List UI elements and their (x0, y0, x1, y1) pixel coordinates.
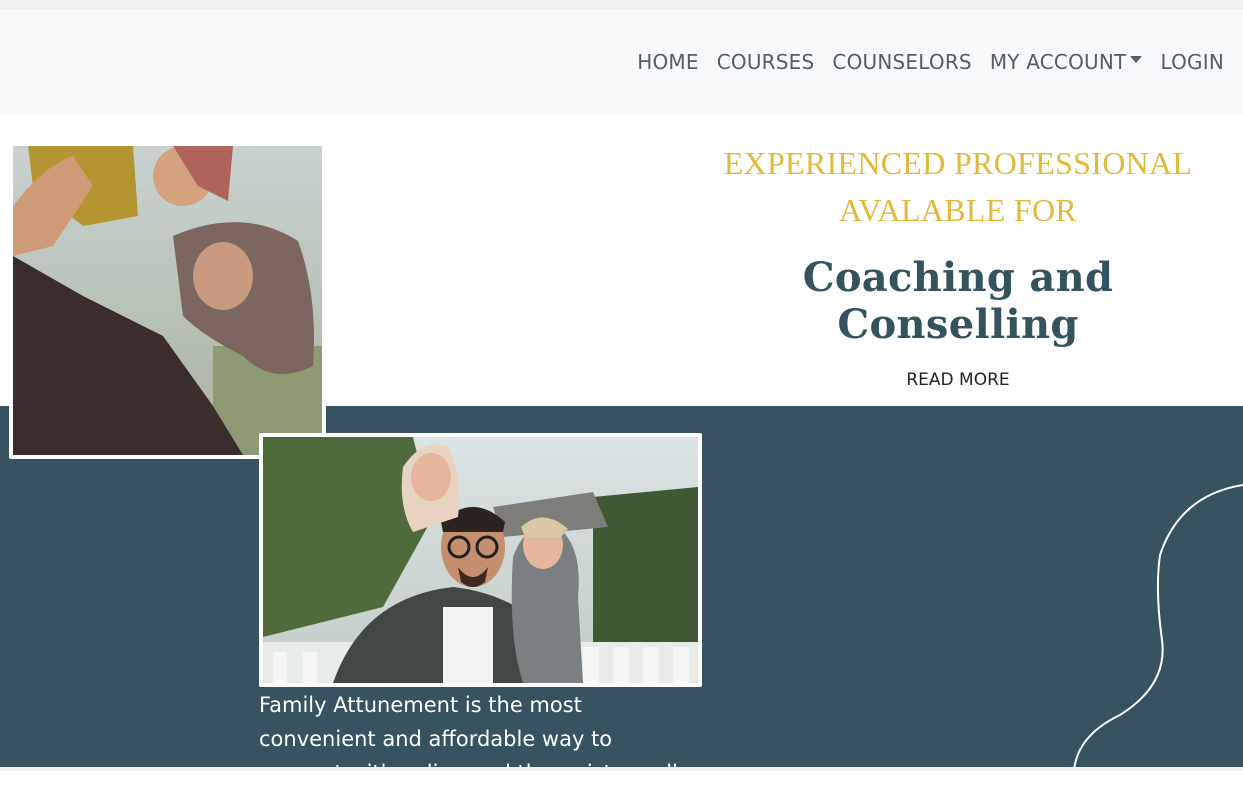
father-children-photo (259, 433, 702, 687)
intro-paragraph: Family Attunement is the most convenient… (259, 688, 679, 790)
nav-counselors[interactable]: COUNSELORS (823, 50, 980, 74)
father-children-image (263, 437, 698, 683)
intro-line2: convenient and affordable way to (259, 727, 613, 751)
mother-child-image (13, 146, 322, 455)
chevron-down-icon (1130, 56, 1143, 63)
intro-line1: Family Attunement is the most (259, 693, 582, 717)
hero-tagline: EXPERIENCED PROFESSIONAL AVALABLE FOR (680, 140, 1236, 234)
hero-headline: Coaching and Conselling (802, 254, 1114, 348)
mother-child-photo (9, 142, 326, 459)
nav-login[interactable]: LOGIN (1151, 50, 1233, 74)
read-more-link[interactable]: READ MORE (906, 370, 1009, 390)
navbar: HOME COURSES COUNSELORS MY ACCOUNT LOGIN (0, 9, 1243, 114)
hero-tagline-line2: AVALABLE FOR (838, 192, 1078, 228)
intro-line3: connect with online and therapists, well (259, 761, 678, 785)
nav-courses[interactable]: COURSES (708, 50, 824, 74)
hero-text-block: EXPERIENCED PROFESSIONAL AVALABLE FOR Co… (680, 140, 1236, 390)
nav-menu: HOME COURSES COUNSELORS MY ACCOUNT LOGIN (628, 9, 1233, 114)
nav-home[interactable]: HOME (628, 50, 707, 74)
nav-my-account-label: MY ACCOUNT (989, 49, 1127, 74)
nav-my-account[interactable]: MY ACCOUNT (981, 50, 1152, 74)
bottom-strip (0, 767, 1243, 771)
decorative-curve (1073, 484, 1243, 770)
hero-tagline-line1: EXPERIENCED PROFESSIONAL (723, 145, 1193, 181)
top-strip (0, 0, 1243, 9)
